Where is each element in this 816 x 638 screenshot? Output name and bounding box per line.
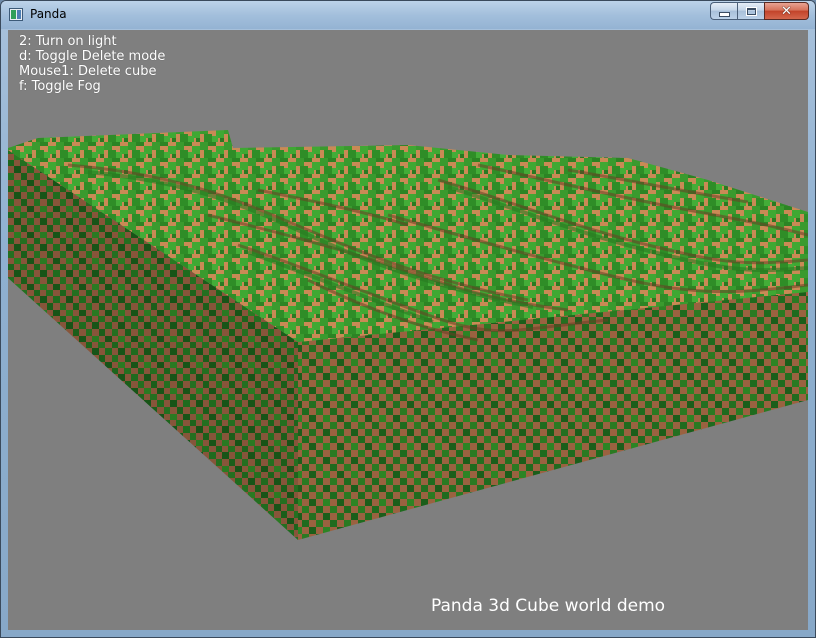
close-button[interactable]: ✕ [764, 2, 809, 20]
render-viewport[interactable]: 2: Turn on light d: Toggle Delete mode M… [8, 30, 808, 630]
caption-buttons: ✕ [710, 2, 809, 21]
maximize-icon [745, 6, 757, 16]
help-line-light: 2: Turn on light [19, 34, 117, 49]
app-window: Panda ✕ 2: Turn on light d: Toggle Delet… [0, 0, 816, 638]
minimize-icon [718, 12, 730, 17]
cube-world-terrain[interactable] [8, 30, 808, 630]
help-line-delete-mode: d: Toggle Delete mode [19, 49, 166, 64]
maximize-button[interactable] [737, 2, 764, 20]
demo-caption: Panda 3d Cube world demo [431, 596, 666, 616]
help-instructions: 2: Turn on light d: Toggle Delete mode M… [19, 34, 165, 94]
help-line-delete-cube: Mouse1: Delete cube [19, 64, 157, 79]
close-icon: ✕ [781, 3, 792, 19]
title-bar[interactable]: Panda ✕ [1, 1, 815, 29]
window-title: Panda [30, 7, 67, 21]
help-line-fog: f: Toggle Fog [19, 79, 101, 94]
minimize-button[interactable] [710, 2, 737, 20]
panda-app-icon [9, 8, 23, 21]
